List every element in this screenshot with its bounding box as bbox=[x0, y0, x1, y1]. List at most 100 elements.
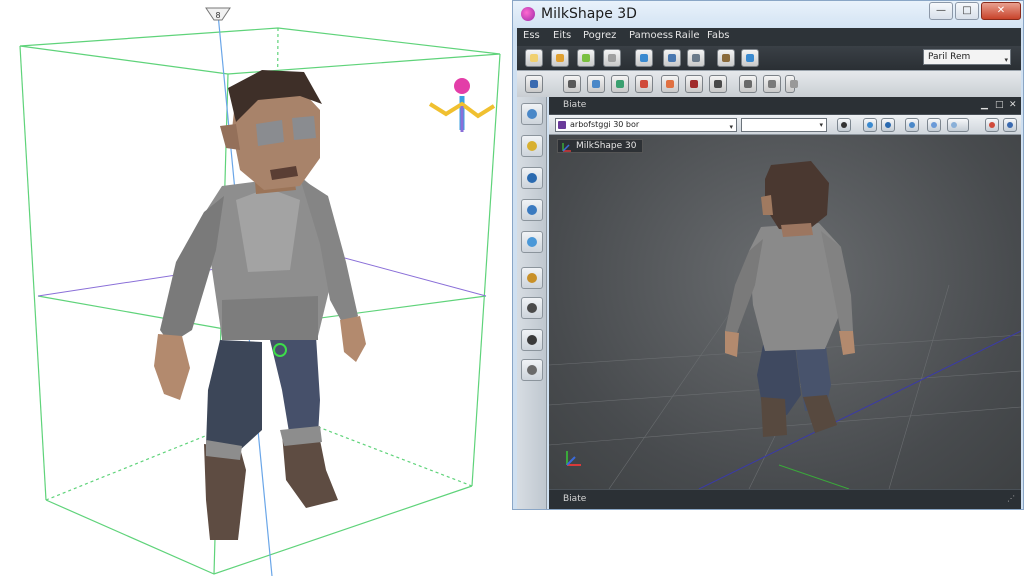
viewport-title-bar: Biate ▁ □ ✕ bbox=[549, 97, 1021, 115]
view-mode-select[interactable]: Paril Rem ▾ bbox=[923, 49, 1011, 65]
screenshot-stage: 8 MilkShape 3D — □ ✕ Ess Eits Pogrez Pam… bbox=[0, 0, 1024, 576]
pin-icon[interactable] bbox=[985, 118, 999, 132]
main-toolbar: Paril Rem ▾ bbox=[517, 46, 1021, 70]
character-right-leg bbox=[270, 336, 320, 438]
tag-icon[interactable] bbox=[663, 49, 681, 67]
vp-character-left-boot bbox=[761, 397, 787, 437]
viewport-label: MilkShape 30 bbox=[557, 139, 644, 153]
menu-item-pogrez[interactable]: Pogrez bbox=[583, 30, 616, 41]
menu-item-fabs[interactable]: Fabs bbox=[707, 30, 730, 41]
vertex-icon[interactable] bbox=[685, 75, 703, 93]
viewport-panel: Biate ▁ □ ✕ arbofstggi 30 bor ▾ ▾ MilkSh… bbox=[549, 97, 1021, 509]
new-file-icon[interactable] bbox=[525, 49, 543, 67]
character-left-eye bbox=[256, 120, 284, 146]
viewport-status-text: Biate bbox=[563, 494, 587, 504]
vp-character-neck bbox=[781, 223, 813, 237]
viewport-axis-x bbox=[698, 330, 1021, 489]
model-select[interactable]: arbofstggi 30 bor ▾ bbox=[555, 118, 737, 132]
refresh-icon[interactable] bbox=[863, 118, 877, 132]
viewport-character-model bbox=[725, 161, 855, 437]
wand-icon[interactable] bbox=[577, 49, 595, 67]
milkshape-app-window: MilkShape 3D — □ ✕ Ess Eits Pogrez Pamoe… bbox=[512, 0, 1024, 510]
secondary-select[interactable]: ▾ bbox=[741, 118, 827, 132]
axis-mini-icon bbox=[562, 143, 571, 152]
move-icon[interactable] bbox=[563, 75, 581, 93]
chevron-down-icon: ▾ bbox=[1004, 56, 1008, 64]
window-close-button[interactable]: ✕ bbox=[981, 2, 1021, 20]
model-icon bbox=[558, 121, 566, 129]
menu-item-raile[interactable]: Raile bbox=[675, 30, 700, 41]
link-view-icon[interactable] bbox=[927, 118, 941, 132]
display-mode-icon[interactable] bbox=[947, 118, 969, 132]
character-waist bbox=[222, 296, 318, 340]
menu-item-pamoess[interactable]: Pamoess bbox=[629, 30, 673, 41]
bucket-icon[interactable] bbox=[521, 199, 543, 221]
menu-item-ess[interactable]: Ess bbox=[523, 30, 540, 41]
viewport-3d-canvas[interactable]: MilkShape 30 bbox=[549, 135, 1021, 489]
globe-icon[interactable] bbox=[881, 118, 895, 132]
bug-icon[interactable] bbox=[635, 49, 653, 67]
joint-gizmo-icon bbox=[428, 78, 496, 132]
bookmark-icon[interactable] bbox=[521, 359, 543, 381]
viewport-toolbar: arbofstggi 30 bor ▾ ▾ bbox=[549, 115, 1021, 135]
pivot-gizmo-icon: 8 bbox=[205, 7, 231, 21]
window-title: MilkShape 3D bbox=[541, 6, 637, 22]
lasso-icon[interactable] bbox=[521, 135, 543, 157]
viewport-minimize-button[interactable]: ▁ bbox=[981, 100, 988, 110]
window-maximize-button[interactable]: □ bbox=[955, 2, 979, 20]
menu-item-eits[interactable]: Eits bbox=[553, 30, 571, 41]
move-view-icon[interactable] bbox=[905, 118, 919, 132]
vp-character-left-hand bbox=[725, 331, 739, 357]
gear-icon[interactable] bbox=[741, 49, 759, 67]
vp-character-right-hand bbox=[839, 331, 855, 355]
link-icon[interactable] bbox=[739, 75, 757, 93]
window-minimize-button[interactable]: — bbox=[929, 2, 953, 20]
monitor-icon[interactable] bbox=[687, 49, 705, 67]
view-mode-value: Paril Rem bbox=[928, 52, 971, 62]
milkshape-logo-icon bbox=[521, 7, 535, 21]
weld-icon[interactable] bbox=[763, 75, 781, 93]
gizmo-label: 8 bbox=[215, 11, 220, 20]
character-right-eye bbox=[292, 116, 316, 140]
eraser-icon[interactable] bbox=[603, 49, 621, 67]
axis-gizmo-icon bbox=[566, 451, 581, 466]
face-icon[interactable] bbox=[709, 75, 727, 93]
left-scene-canvas: 8 bbox=[19, 7, 501, 576]
vp-character-ear bbox=[761, 195, 773, 215]
tools-toolbar bbox=[517, 70, 1021, 97]
character-left-hand bbox=[154, 334, 190, 400]
layers-icon[interactable] bbox=[1003, 118, 1017, 132]
left-3d-scene: 8 bbox=[0, 0, 510, 576]
joint-icon[interactable] bbox=[661, 75, 679, 93]
viewport-maximize-button[interactable]: □ bbox=[995, 100, 1004, 110]
toolbar-overflow-icon[interactable] bbox=[785, 75, 798, 93]
rotate-icon[interactable] bbox=[587, 75, 605, 93]
model-select-value: arbofstggi 30 bor bbox=[570, 120, 640, 129]
mountain-icon[interactable] bbox=[521, 231, 543, 253]
viewport-axis-z bbox=[778, 464, 850, 489]
viewport-label-text: MilkShape 30 bbox=[576, 141, 637, 151]
viewport-status-bar: Biate ⋰ bbox=[549, 489, 1021, 509]
vp-character-head bbox=[765, 161, 829, 231]
left-tool-panel bbox=[517, 97, 547, 509]
pen-icon[interactable] bbox=[521, 297, 543, 319]
resize-grip-icon[interactable]: ⋰ bbox=[1007, 494, 1015, 503]
scale-icon[interactable] bbox=[611, 75, 629, 93]
zoom-icon[interactable] bbox=[521, 167, 543, 189]
chevron-down-icon: ▾ bbox=[819, 121, 823, 129]
open-icon[interactable] bbox=[551, 49, 569, 67]
grid-icon[interactable] bbox=[717, 49, 735, 67]
character-model bbox=[154, 70, 366, 540]
cross-icon[interactable] bbox=[521, 267, 543, 289]
vp-character-right-boot bbox=[803, 395, 837, 433]
select-icon[interactable] bbox=[525, 75, 543, 93]
menu-bar: Ess Eits Pogrez Pamoess Raile Fabs bbox=[517, 28, 1021, 46]
up-arrow-icon[interactable] bbox=[837, 118, 851, 132]
window-title-bar[interactable]: MilkShape 3D — □ ✕ bbox=[513, 1, 1023, 28]
character-right-hand bbox=[340, 316, 366, 362]
magnify-icon[interactable] bbox=[521, 103, 543, 125]
viewport-scene bbox=[549, 161, 1021, 489]
viewport-close-button[interactable]: ✕ bbox=[1009, 100, 1017, 110]
flat-icon[interactable] bbox=[521, 329, 543, 351]
paint-icon[interactable] bbox=[635, 75, 653, 93]
